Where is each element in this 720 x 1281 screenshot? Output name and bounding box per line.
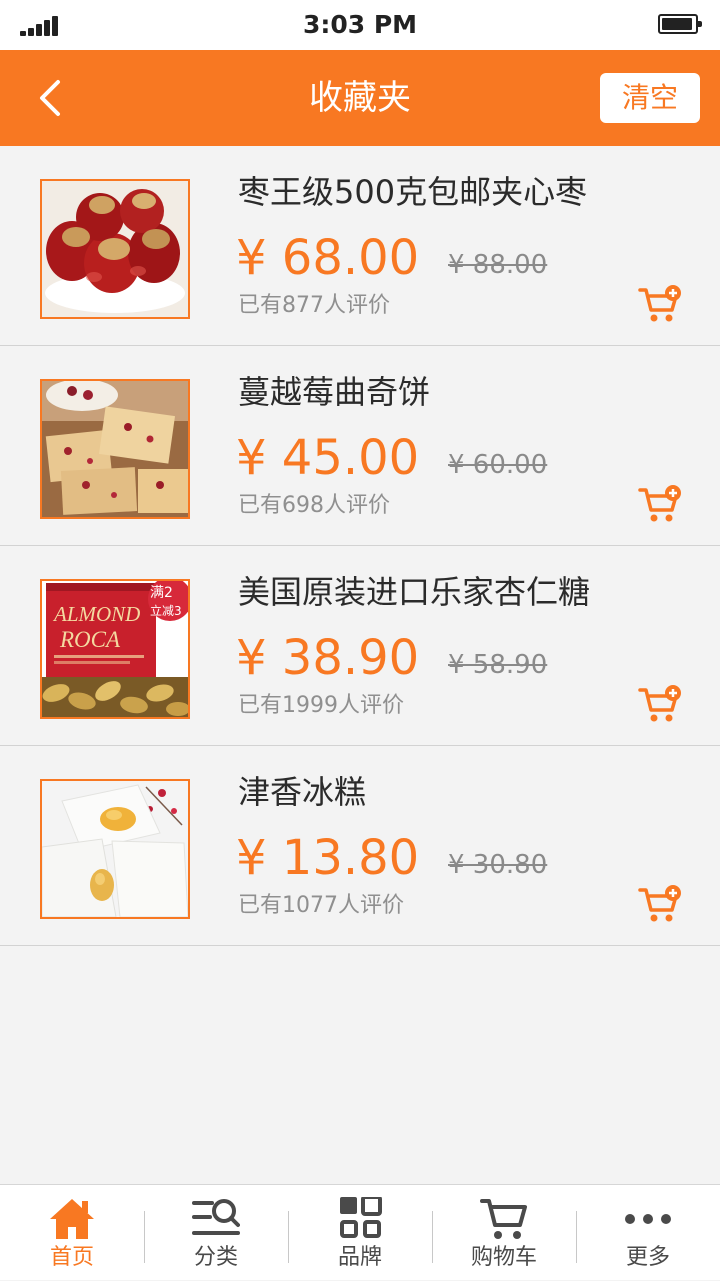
status-time: 3:03 PM (302, 10, 418, 39)
home-icon (50, 1199, 94, 1239)
list-item[interactable]: 蔓越莓曲奇饼 ¥ 45.00 ¥ 60.00 已有698人评价 (0, 346, 720, 546)
promo-badge: 立减3 (150, 603, 182, 618)
status-bar: 3:03 PM (0, 0, 720, 50)
tab-brand[interactable]: 品牌 (288, 1185, 432, 1281)
tab-label: 更多 (625, 1245, 670, 1270)
tab-label: 首页 (49, 1245, 94, 1270)
tab-label: 品牌 (337, 1245, 382, 1270)
category-search-icon (192, 1199, 240, 1235)
item-name[interactable]: 美国原装进口乐家杏仁糖 (238, 570, 590, 614)
walnut-dates-image[interactable] (40, 179, 190, 319)
add-to-cart-icon[interactable] (638, 884, 682, 924)
tab-category[interactable]: 分类 (144, 1185, 288, 1281)
list-item[interactable]: ALMOND ROCA 满2 立减3 美国原装进口乐家杏仁糖 ¥ 38.90 ¥… (0, 546, 720, 746)
almond-roca-brand: ROCA (59, 627, 121, 652)
item-review-count: 已有877人评价 (238, 293, 390, 318)
item-original-price: ¥ 58.90 (448, 650, 548, 680)
tab-home[interactable]: 首页 (0, 1185, 144, 1281)
list-item[interactable]: 津香冰糕 ¥ 13.80 ¥ 30.80 已有1077人评价 (0, 746, 720, 946)
item-original-price: ¥ 88.00 (448, 250, 548, 280)
item-price: ¥ 38.90 (236, 630, 420, 686)
grid-icon (340, 1197, 382, 1238)
item-name[interactable]: 枣王级500克包邮夹心枣 (238, 170, 587, 214)
chevron-left-icon (40, 80, 60, 116)
item-price: ¥ 45.00 (236, 430, 420, 486)
back-button[interactable] (20, 68, 80, 128)
tab-label: 购物车 (470, 1245, 537, 1270)
add-to-cart-icon[interactable] (638, 684, 682, 724)
battery-icon (658, 14, 702, 34)
almond-roca-image[interactable]: ALMOND ROCA 满2 立减3 (40, 579, 190, 719)
list-item[interactable]: 枣王级500克包邮夹心枣 ¥ 68.00 ¥ 88.00 已有877人评价 (0, 146, 720, 346)
tab-cart[interactable]: 购物车 (432, 1185, 576, 1281)
cart-icon (480, 1199, 527, 1239)
ice-cake-image[interactable] (40, 779, 190, 919)
promo-badge: 满2 (150, 585, 173, 601)
item-name[interactable]: 津香冰糕 (238, 770, 366, 814)
item-review-count: 已有1999人评价 (238, 693, 404, 718)
tab-more[interactable]: 更多 (576, 1185, 720, 1281)
add-to-cart-icon[interactable] (638, 284, 682, 324)
clear-button[interactable]: 清空 (600, 73, 700, 123)
cranberry-cookie-image[interactable] (40, 379, 190, 519)
almond-roca-brand: ALMOND (52, 602, 140, 626)
item-price: ¥ 13.80 (236, 830, 420, 886)
tab-label: 分类 (193, 1245, 238, 1270)
item-original-price: ¥ 30.80 (448, 850, 548, 880)
item-original-price: ¥ 60.00 (448, 450, 548, 480)
more-dots-icon (625, 1214, 671, 1224)
favorites-list: 枣王级500克包邮夹心枣 ¥ 68.00 ¥ 88.00 已有877人评价 蔓越… (0, 146, 720, 946)
tab-bar: 首页 分类 品牌 购物车 更多 (0, 1184, 720, 1280)
app-header: 收藏夹 清空 (0, 50, 720, 146)
item-review-count: 已有1077人评价 (238, 893, 404, 918)
item-price: ¥ 68.00 (236, 230, 420, 286)
item-name[interactable]: 蔓越莓曲奇饼 (238, 370, 430, 414)
item-review-count: 已有698人评价 (238, 493, 390, 518)
add-to-cart-icon[interactable] (638, 484, 682, 524)
